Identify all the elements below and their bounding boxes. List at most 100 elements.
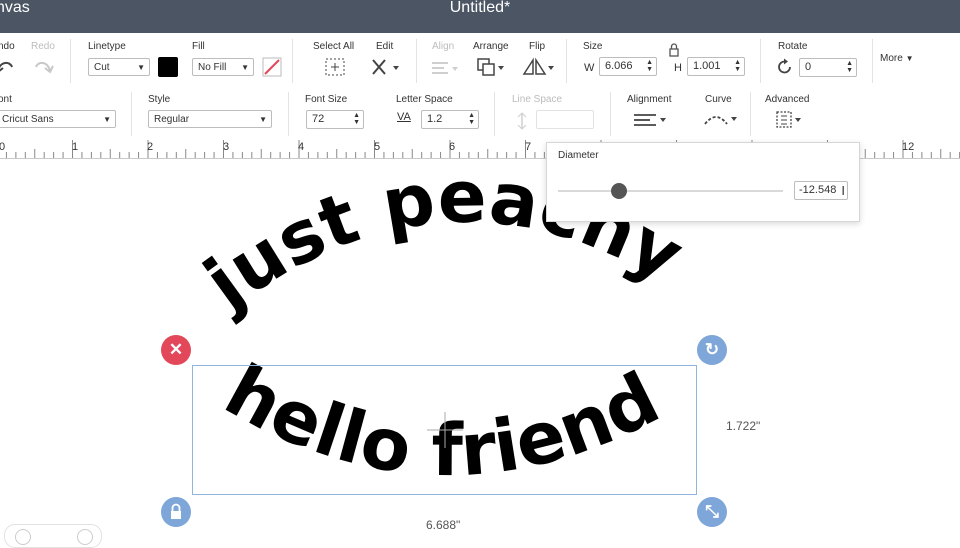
zoom-out-icon[interactable]	[15, 529, 31, 545]
diameter-slider-thumb[interactable]	[610, 183, 627, 199]
lock-icon	[171, 503, 181, 519]
separator	[416, 39, 417, 83]
lock-icon[interactable]	[668, 43, 680, 57]
select-all-label: Select All	[313, 41, 355, 52]
stepper-arrows-icon: ▲ ▼	[846, 60, 853, 74]
fill-label: Fill	[192, 41, 205, 52]
zoom-in-icon[interactable]	[77, 529, 93, 545]
stepper-arrows-icon: ▲ ▼	[646, 59, 653, 73]
ruler-number: 5	[374, 141, 381, 153]
separator	[292, 39, 293, 83]
style-label: Style	[148, 94, 171, 105]
diameter-input[interactable]: -12.548 I	[794, 181, 848, 200]
selection-box[interactable]	[192, 365, 697, 495]
height-label: H	[674, 62, 682, 74]
flip-label: Flip	[529, 41, 546, 52]
width-value: 6.066	[605, 60, 633, 72]
document-title: Untitled*	[449, 0, 511, 16]
stepper-arrows-icon: ▲ ▼	[468, 112, 475, 126]
size-label: Size	[583, 41, 603, 52]
ruler-number: 7	[525, 141, 532, 153]
resize-diagonal-icon: ⤡	[705, 502, 719, 521]
rotate-icon	[778, 58, 791, 74]
letter-space-label: Letter Space	[396, 94, 453, 105]
ruler-number: 0	[0, 141, 5, 153]
separator	[288, 92, 289, 136]
text-align-icon[interactable]	[632, 112, 668, 128]
no-fill-swatch-icon[interactable]	[262, 57, 282, 77]
separator	[566, 39, 567, 83]
fill-select[interactable]: No Fill ▼	[192, 58, 254, 76]
lock-handle[interactable]	[161, 497, 191, 527]
ruler-number: 4	[298, 141, 305, 153]
height-input[interactable]: 1.001 ▲ ▼	[687, 57, 745, 76]
linetype-select[interactable]: Cut ▼	[88, 58, 150, 76]
edit-tools-icon[interactable]	[370, 57, 400, 77]
width-label: W	[584, 62, 595, 74]
arrange-icon[interactable]	[476, 57, 506, 77]
text-toolbar: ont Cricut Sans ▼ Style Regular ▼ Font Siz…	[0, 88, 960, 141]
font-label: ont	[0, 94, 12, 105]
ruler-number: 2	[147, 141, 154, 153]
flip-icon[interactable]	[522, 57, 554, 77]
stepper-arrows-icon: ▲ ▼	[353, 112, 360, 126]
ruler-number: 12	[902, 141, 915, 153]
line-space-label: Line Space	[512, 94, 563, 105]
text-cursor-icon: I	[841, 183, 845, 198]
letter-space-input[interactable]: 1.2 ▲ ▼	[421, 110, 479, 129]
curve-label: Curve	[705, 94, 732, 105]
diameter-value: -12.548	[799, 184, 837, 196]
edit-toolbar: ndo Redo Linetype Cut ▼ Fill No Fill ▼ Sel…	[0, 33, 960, 89]
ruler-number: 6	[449, 141, 456, 153]
ruler-number: 3	[223, 141, 230, 153]
chevron-down-icon: ▼	[241, 63, 249, 72]
close-icon: ✕	[168, 340, 184, 359]
separator	[750, 92, 751, 136]
redo-label: Redo	[31, 41, 55, 52]
undo-label: ndo	[0, 41, 15, 52]
separator	[131, 92, 132, 136]
separator	[70, 39, 71, 83]
delete-handle[interactable]: ✕	[161, 335, 191, 365]
font-size-value: 72	[312, 113, 325, 125]
fill-value: No Fill	[198, 62, 227, 73]
curve-diameter-panel: Diameter -12.548 I	[546, 142, 860, 222]
diameter-label: Diameter	[558, 150, 599, 161]
arrange-label: Arrange	[473, 41, 509, 52]
alignment-label: Alignment	[627, 94, 672, 105]
width-input[interactable]: 6.066 ▲ ▼	[599, 57, 657, 76]
separator	[760, 39, 761, 83]
curve-text-icon[interactable]	[702, 110, 738, 128]
edit-label: Edit	[376, 41, 394, 52]
chevron-down-icon: ▼	[905, 54, 914, 63]
rotate-handle[interactable]: ↻	[697, 335, 727, 365]
advanced-icon[interactable]	[775, 110, 805, 130]
style-select[interactable]: Regular ▼	[148, 110, 272, 128]
rotate-label: Rotate	[778, 41, 808, 52]
separator	[610, 92, 611, 136]
rotate-input[interactable]: 0 ▲ ▼	[799, 58, 857, 77]
redo-icon[interactable]	[32, 57, 54, 75]
separator	[494, 92, 495, 136]
font-size-input[interactable]: 72 ▲ ▼	[306, 110, 364, 129]
letter-space-icon: VA	[397, 111, 411, 123]
chevron-down-icon: ▼	[137, 63, 145, 72]
linetype-color-swatch[interactable]	[158, 57, 178, 77]
height-value: 1.001	[693, 60, 721, 72]
diameter-slider-track[interactable]	[558, 190, 783, 192]
rotate-icon: ↻	[704, 340, 720, 359]
linetype-value: Cut	[94, 62, 110, 73]
select-all-icon[interactable]	[324, 57, 346, 77]
resize-handle[interactable]: ⤡	[697, 497, 727, 527]
title-bar: nvas Untitled*	[0, 0, 960, 33]
zoom-control[interactable]	[4, 524, 102, 548]
font-select[interactable]: Cricut Sans ▼	[0, 110, 116, 128]
more-button[interactable]: More ▼	[880, 53, 914, 64]
advanced-label: Advanced	[765, 94, 810, 105]
line-space-input	[536, 110, 594, 129]
chevron-down-icon: ▼	[103, 115, 111, 124]
ruler-number: 1	[72, 141, 79, 153]
letter-space-value: 1.2	[427, 113, 443, 125]
undo-icon[interactable]	[0, 57, 16, 75]
style-value: Regular	[154, 114, 190, 125]
